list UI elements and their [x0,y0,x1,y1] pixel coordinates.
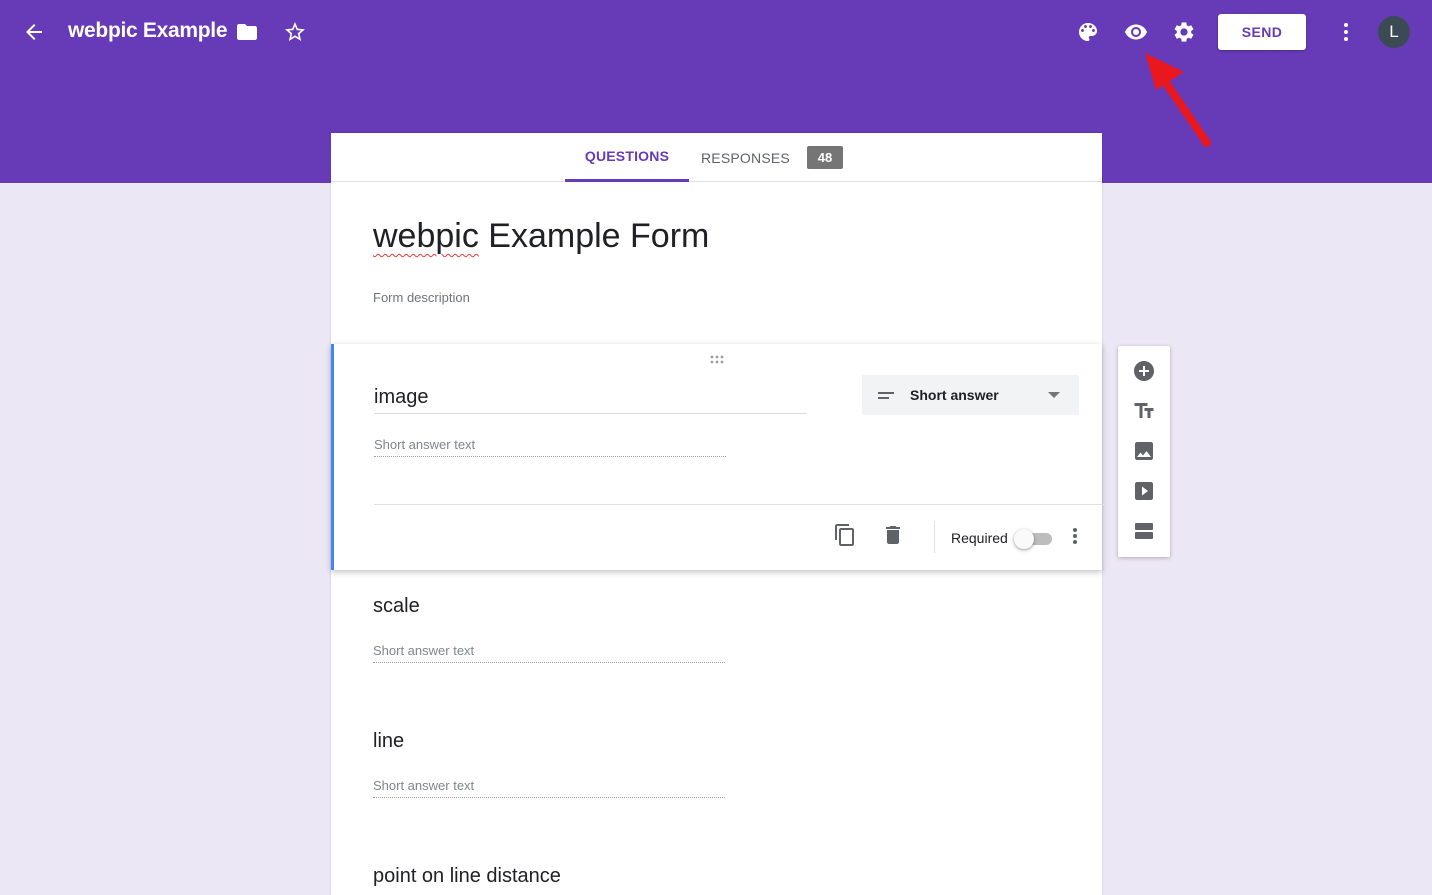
question-type-dropdown[interactable]: Short answer [862,375,1079,415]
add-image-icon[interactable] [1132,439,1156,463]
tab-responses[interactable]: RESPONSES [701,133,790,182]
tab-questions[interactable]: QUESTIONS [565,133,689,182]
question-title-input[interactable]: image [374,386,807,414]
responses-count-badge: 48 [807,146,843,169]
preview-eye-icon[interactable] [1124,20,1148,44]
annotation-arrow-icon [1140,50,1220,155]
form-tabs: QUESTIONS RESPONSES 48 [331,133,1102,182]
form-title-misspelled-word[interactable]: webpic [373,217,479,255]
required-toggle[interactable] [1014,529,1054,549]
form-title[interactable]: webpic Example Form [373,217,709,256]
duplicate-icon[interactable] [833,523,857,547]
short-answer-placeholder: Short answer text [373,643,725,663]
settings-gear-icon[interactable] [1172,20,1196,44]
question-more-vert-icon[interactable] [1065,524,1085,548]
question-title[interactable]: scale [373,595,420,618]
add-title-icon[interactable] [1132,399,1156,423]
back-arrow-icon[interactable] [22,20,46,44]
app-title[interactable]: webpic Example [68,19,228,43]
question-title[interactable]: point on line distance [373,865,561,888]
required-label: Required [951,530,1008,546]
form-title-rest[interactable]: Example Form [479,217,709,255]
short-answer-placeholder: Short answer text [374,437,726,457]
delete-trash-icon[interactable] [881,523,905,547]
send-button[interactable]: SEND [1218,14,1306,50]
short-answer-placeholder: Short answer text [373,778,725,798]
folder-icon[interactable] [235,20,259,44]
add-question-icon[interactable] [1132,359,1156,383]
avatar[interactable]: L [1378,16,1410,48]
more-vert-icon[interactable] [1334,20,1358,44]
form-description-input[interactable]: Form description [373,290,470,305]
add-video-icon[interactable] [1132,479,1156,503]
tab-responses-label[interactable]: RESPONSES [701,150,790,166]
toggle-knob [1014,529,1034,549]
star-icon[interactable] [283,20,307,44]
side-toolbar [1118,346,1170,557]
drag-handle-icon[interactable] [709,352,727,370]
question-title[interactable]: line [373,730,404,753]
dropdown-caret-icon [1048,392,1060,398]
short-answer-icon [878,389,896,407]
palette-icon[interactable] [1076,20,1100,44]
add-section-icon[interactable] [1132,519,1156,543]
divider [374,504,1105,505]
active-question-card[interactable]: image Short answer Short answer text Req… [331,344,1105,570]
question-type-label: Short answer [910,387,999,403]
divider [934,521,935,553]
